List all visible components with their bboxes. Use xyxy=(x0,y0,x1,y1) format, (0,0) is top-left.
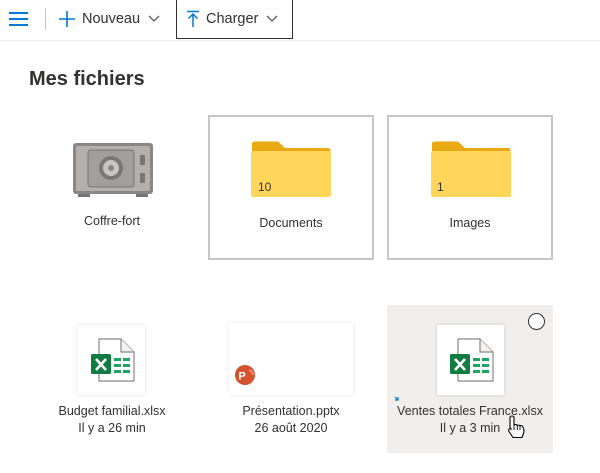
command-bar: Nouveau Charger xyxy=(0,0,600,41)
upload-button-label: Charger xyxy=(206,11,259,27)
folder-name: Images xyxy=(449,216,491,230)
select-checkbox[interactable] xyxy=(528,313,545,330)
vault-tile[interactable]: Coffre-fort xyxy=(30,115,194,258)
folder-item-count: 10 xyxy=(258,180,272,194)
excel-file-icon xyxy=(91,338,135,382)
page-title: Mes fichiers xyxy=(29,68,145,90)
folder-item-count: 1 xyxy=(437,180,444,194)
file-name: Présentation.pptx xyxy=(242,404,340,418)
hand-cursor-icon xyxy=(508,415,525,439)
file-name: Ventes totales France.xlsx xyxy=(397,404,543,418)
file-thumbnail: P xyxy=(229,323,353,395)
upload-button[interactable]: Charger xyxy=(176,0,293,39)
file-name: Budget familial.xlsx xyxy=(58,404,166,418)
svg-text:P: P xyxy=(238,371,245,383)
file-modified: Il y a 3 min xyxy=(439,421,501,435)
upload-icon xyxy=(187,10,199,27)
excel-file-icon xyxy=(450,338,494,382)
file-modified: Il y a 26 min xyxy=(78,421,146,435)
sync-status-icon xyxy=(394,396,399,401)
file-thumbnail xyxy=(78,325,145,395)
file-thumbnail xyxy=(437,325,504,395)
vault-icon xyxy=(73,143,153,197)
file-modified: 26 août 2020 xyxy=(254,421,328,435)
file-tile-budget[interactable]: Budget familial.xlsx Il y a 26 min xyxy=(30,305,194,450)
folder-name: Documents xyxy=(259,216,323,230)
plus-icon xyxy=(59,11,75,27)
chevron-down-icon xyxy=(148,15,160,22)
file-tile-presentation[interactable]: P Présentation.pptx 26 août 2020 xyxy=(208,305,374,450)
toolbar-divider xyxy=(45,8,46,30)
folder-tile-images[interactable]: 1 Images xyxy=(387,115,553,260)
vault-name: Coffre-fort xyxy=(83,214,141,228)
file-tile-ventes[interactable]: Ventes totales France.xlsx Il y a 3 min xyxy=(387,305,553,453)
chevron-down-icon xyxy=(266,15,278,22)
folder-tile-documents[interactable]: 10 Documents xyxy=(208,115,374,260)
new-button-label: Nouveau xyxy=(82,11,141,27)
powerpoint-file-icon: P xyxy=(235,365,255,385)
new-button[interactable]: Nouveau xyxy=(58,0,160,38)
hamburger-icon[interactable] xyxy=(9,11,28,27)
